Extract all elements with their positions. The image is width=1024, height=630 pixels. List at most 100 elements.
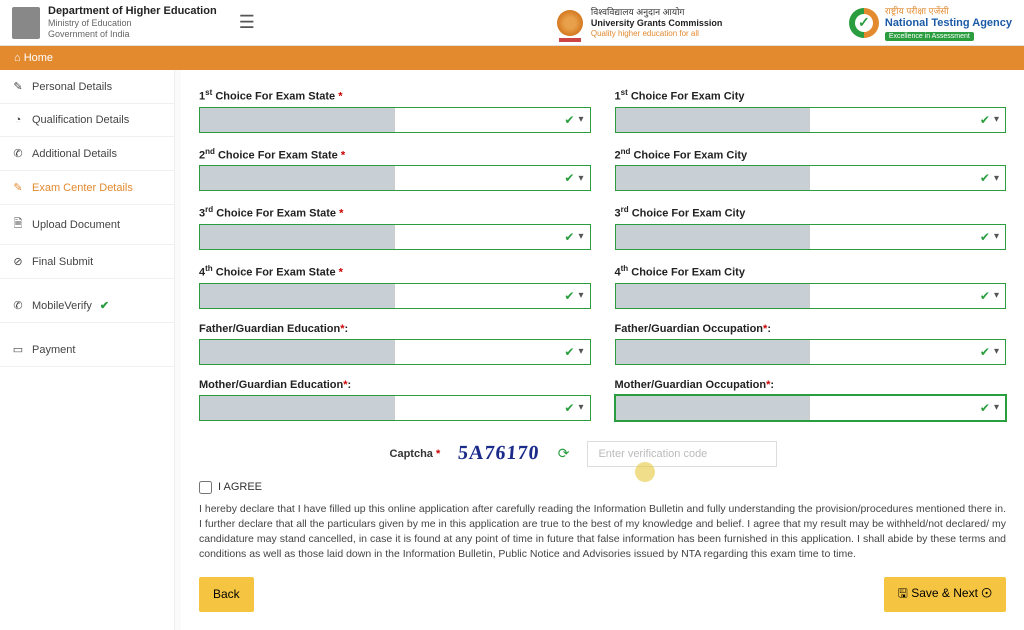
pen-icon: ✎ — [12, 181, 24, 194]
sidebar-item-examcenter[interactable]: ✎ Exam Center Details — [0, 171, 174, 205]
person-icon: ✎ — [12, 80, 24, 93]
header-dept-text: Department of Higher Education Ministry … — [48, 5, 217, 40]
label-city-4: 4th Choice For Exam City — [615, 264, 1007, 279]
check-icon: ✔ — [564, 289, 574, 303]
cursor-highlight-icon — [635, 462, 655, 482]
chevron-down-icon: ▾ — [578, 346, 583, 357]
back-button[interactable]: Back — [199, 577, 254, 612]
grad-icon: ◔ — [12, 114, 24, 126]
check-icon: ✔ — [980, 230, 990, 244]
nta-english: National Testing Agency — [885, 17, 1012, 29]
check-icon: ✔ — [980, 401, 990, 415]
select-state-4[interactable]: ✔▾ — [199, 283, 591, 309]
sidebar-item-label: Payment — [32, 344, 75, 356]
card-icon: ▭ — [12, 343, 24, 356]
phone2-icon: ✆ — [12, 299, 24, 312]
dept-title: Department of Higher Education — [48, 5, 217, 18]
select-father-occ[interactable]: ✔▾ — [615, 339, 1007, 365]
breadcrumb-bar: Home — [0, 46, 1024, 70]
ugc-english: University Grants Commission — [591, 18, 723, 29]
select-mother-edu[interactable]: ✔▾ — [199, 395, 591, 421]
agree-row: I AGREE — [199, 481, 1006, 494]
chevron-down-icon: ▾ — [994, 346, 999, 357]
select-father-edu[interactable]: ✔▾ — [199, 339, 591, 365]
sidebar-item-label: Additional Details — [32, 148, 117, 160]
nta-logo-icon — [849, 8, 879, 38]
ugc-tagline: Quality higher education for all — [591, 29, 723, 39]
label-city-3: 3rd Choice For Exam City — [615, 205, 1007, 220]
sidebar-item-personal[interactable]: ✎ Personal Details — [0, 70, 174, 104]
label-state-2: 2nd Choice For Exam State * — [199, 147, 591, 162]
main-form: 1st Choice For Exam State * ✔▾ 1st Choic… — [181, 70, 1024, 630]
label-mother-occ: Mother/Guardian Occupation*: — [615, 379, 1007, 391]
select-state-2[interactable]: ✔▾ — [199, 165, 591, 191]
save-next-button[interactable]: 🖫 Save & Next ⊙ — [884, 577, 1006, 612]
header-left: Department of Higher Education Ministry … — [12, 5, 430, 40]
chevron-down-icon: ▾ — [994, 402, 999, 413]
check-icon: ✔ — [564, 401, 574, 415]
sidebar-item-label: Upload Document — [32, 219, 120, 231]
select-city-3[interactable]: ✔▾ — [615, 224, 1007, 250]
label-state-4: 4th Choice For Exam State * — [199, 264, 591, 279]
label-city-1: 1st Choice For Exam City — [615, 88, 1007, 103]
select-state-3[interactable]: ✔▾ — [199, 224, 591, 250]
chevron-down-icon: ▾ — [994, 173, 999, 184]
sidebar-item-mobileverify[interactable]: ✆ MobileVerify ✔ — [0, 289, 174, 323]
top-header: Department of Higher Education Ministry … — [0, 0, 1024, 46]
sidebar-item-label: MobileVerify — [32, 300, 92, 312]
india-emblem-icon — [12, 7, 40, 39]
check-icon: ✔ — [564, 113, 574, 127]
label-mother-edu: Mother/Guardian Education*: — [199, 379, 591, 391]
ugc-text: विश्वविद्यालय अनुदान आयोग University Gra… — [591, 7, 723, 38]
sidebar-item-qualification[interactable]: ◔ Qualification Details — [0, 104, 174, 137]
sidebar-item-upload[interactable]: 🗎Upload Document — [0, 205, 174, 245]
sidebar-item-finalsubmit[interactable]: ⊘Final Submit — [0, 245, 174, 279]
chevron-down-icon: ▾ — [578, 290, 583, 301]
hamburger-icon[interactable]: ☰ — [239, 12, 255, 33]
captcha-refresh-icon[interactable]: ⟳ — [558, 445, 570, 462]
declaration-text: I hereby declare that I have filled up t… — [199, 502, 1006, 563]
select-city-2[interactable]: ✔▾ — [615, 165, 1007, 191]
chevron-down-icon: ▾ — [578, 173, 583, 184]
captcha-label: Captcha * — [390, 448, 441, 460]
verified-check-icon: ✔ — [100, 299, 109, 312]
gov-text: Government of India — [48, 29, 217, 40]
check-icon: ✔ — [980, 345, 990, 359]
select-city-4[interactable]: ✔▾ — [615, 283, 1007, 309]
chevron-down-icon: ▾ — [994, 114, 999, 125]
nta-text: राष्ट्रीय परीक्षा एजेंसी National Testin… — [885, 4, 1012, 41]
sidebar-item-additional[interactable]: ✆ Additional Details — [0, 137, 174, 171]
chevron-down-icon: ▾ — [578, 231, 583, 242]
chevron-down-icon: ▾ — [994, 231, 999, 242]
home-breadcrumb[interactable]: Home — [14, 52, 53, 64]
sidebar-item-label: Exam Center Details — [32, 182, 133, 194]
nta-block: राष्ट्रीय परीक्षा एजेंसी National Testin… — [849, 4, 1012, 41]
select-state-1[interactable]: ✔▾ — [199, 107, 591, 133]
captcha-input[interactable] — [587, 441, 777, 467]
agree-checkbox[interactable] — [199, 481, 212, 494]
phone-icon: ✆ — [12, 147, 24, 160]
agree-label: I AGREE — [218, 481, 262, 493]
check-icon: ✔ — [564, 345, 574, 359]
sidebar-item-label: Qualification Details — [32, 114, 129, 126]
circle-icon: ⊘ — [12, 255, 24, 268]
label-father-occ: Father/Guardian Occupation*: — [615, 323, 1007, 335]
check-icon: ✔ — [980, 171, 990, 185]
select-mother-occ[interactable]: ✔▾ — [615, 395, 1007, 421]
captcha-image: 5A76170 — [457, 442, 540, 465]
sidebar-item-label: Personal Details — [32, 81, 112, 93]
check-icon: ✔ — [564, 171, 574, 185]
sidebar: ✎ Personal Details ◔ Qualification Details… — [0, 70, 175, 630]
check-icon: ✔ — [564, 230, 574, 244]
label-father-edu: Father/Guardian Education*: — [199, 323, 591, 335]
label-city-2: 2nd Choice For Exam City — [615, 147, 1007, 162]
ugc-logo-icon — [557, 10, 583, 36]
select-city-1[interactable]: ✔▾ — [615, 107, 1007, 133]
chevron-down-icon: ▾ — [994, 290, 999, 301]
chevron-down-icon: ▾ — [578, 114, 583, 125]
label-state-3: 3rd Choice For Exam State * — [199, 205, 591, 220]
sidebar-item-payment[interactable]: ▭ Payment — [0, 333, 174, 367]
nta-strip: Excellence in Assessment — [885, 32, 974, 41]
ministry-text: Ministry of Education — [48, 18, 217, 29]
chevron-down-icon: ▾ — [578, 402, 583, 413]
